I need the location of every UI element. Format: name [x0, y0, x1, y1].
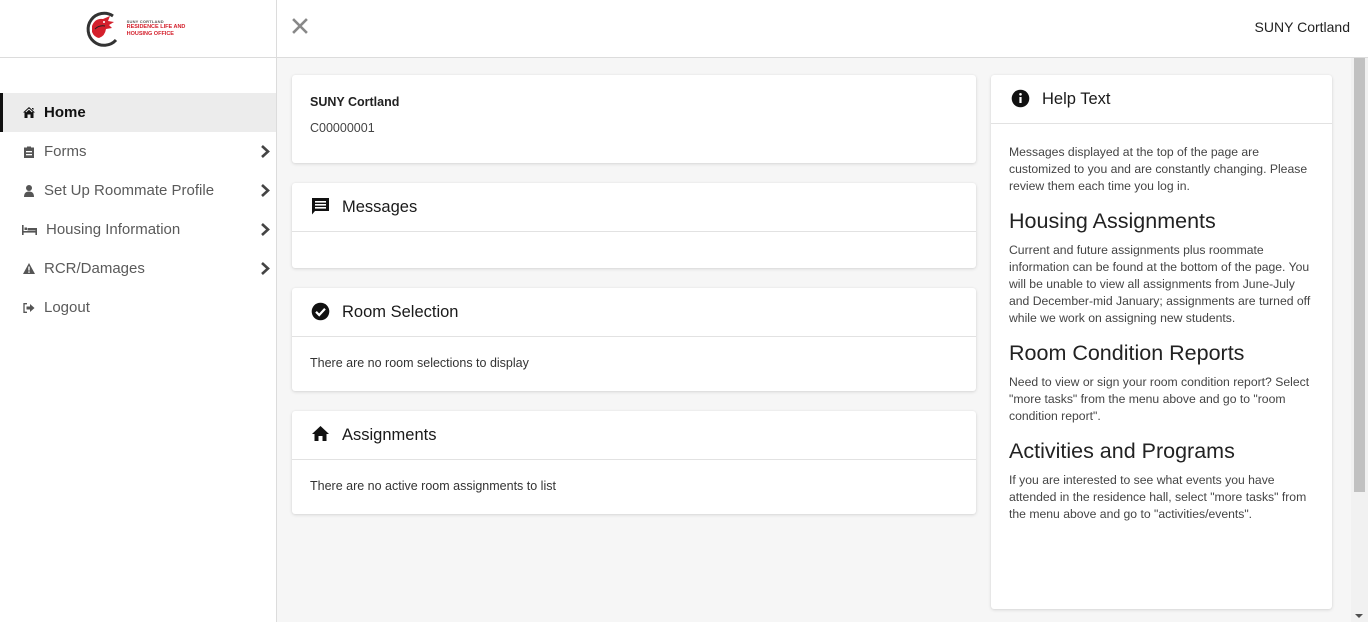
- profile-id: C00000001: [310, 121, 375, 135]
- sidebar-nav: Home Forms Set Up Roommate Profile Housi…: [0, 93, 276, 327]
- sidebar: SUNY CORTLAND RESIDENCE LIFE AND HOUSING…: [0, 0, 277, 622]
- close-icon[interactable]: [291, 17, 309, 35]
- sidebar-item-roommate-profile[interactable]: Set Up Roommate Profile: [0, 171, 276, 210]
- sidebar-item-logout[interactable]: Logout: [0, 288, 276, 327]
- bed-icon: [22, 223, 37, 236]
- assignments-body: There are no active room assignments to …: [310, 479, 556, 493]
- logo[interactable]: SUNY CORTLAND RESIDENCE LIFE AND HOUSING…: [83, 10, 185, 48]
- messages-title: Messages: [342, 197, 418, 216]
- sidebar-item-label: Logout: [44, 299, 90, 316]
- room-selection-card: Room Selection There are no room selecti…: [292, 288, 976, 391]
- help-text-body: Messages displayed at the top of the pag…: [991, 124, 1332, 523]
- home-icon: [22, 106, 35, 119]
- help-heading-room-condition-reports: Room Condition Reports: [1009, 341, 1245, 365]
- help-text-room-condition-reports: Need to view or sign your room condition…: [1009, 375, 1310, 423]
- room-selection-header: Room Selection: [292, 288, 976, 337]
- help-text-header: Help Text: [991, 75, 1332, 124]
- scrollbar-thumb[interactable]: [1354, 58, 1365, 492]
- help-text-activities-programs: If you are interested to see what events…: [1009, 473, 1307, 521]
- assignments-title: Assignments: [342, 425, 437, 444]
- vertical-scrollbar[interactable]: [1351, 58, 1368, 622]
- assignments-card: Assignments There are no active room ass…: [292, 411, 976, 514]
- sidebar-item-label: Forms: [44, 143, 87, 160]
- scroll-down-arrow-icon[interactable]: [1355, 614, 1363, 618]
- profile-card: SUNY Cortland C00000001: [292, 75, 976, 163]
- sidebar-item-housing-information[interactable]: Housing Information: [0, 210, 276, 249]
- institution-name: SUNY Cortland: [1254, 19, 1350, 35]
- assignments-header: Assignments: [292, 411, 976, 460]
- sign-out-icon: [22, 301, 35, 314]
- sidebar-item-forms[interactable]: Forms: [0, 132, 276, 171]
- sidebar-item-home[interactable]: Home: [0, 93, 276, 132]
- help-text-title: Help Text: [1042, 89, 1111, 108]
- sidebar-item-label: Home: [44, 104, 86, 121]
- info-icon: [1011, 89, 1031, 109]
- sidebar-item-label: Housing Information: [46, 221, 181, 238]
- top-bar: SUNY Cortland: [277, 0, 1368, 58]
- help-text-card: Help Text Messages displayed at the top …: [991, 75, 1332, 609]
- help-heading-activities-programs: Activities and Programs: [1009, 439, 1235, 463]
- check-circle-icon: [311, 302, 331, 322]
- room-selection-title: Room Selection: [342, 302, 459, 321]
- chevron-right-icon: [261, 223, 270, 236]
- user-icon: [22, 184, 35, 197]
- home-icon: [311, 425, 331, 445]
- help-heading-housing-assignments: Housing Assignments: [1009, 209, 1216, 233]
- chevron-right-icon: [261, 262, 270, 275]
- logo-line-3: HOUSING OFFICE: [126, 30, 174, 37]
- profile-name: SUNY Cortland: [310, 95, 400, 109]
- sidebar-item-label: RCR/Damages: [44, 260, 145, 277]
- sidebar-item-rcr-damages[interactable]: RCR/Damages: [0, 249, 276, 288]
- dragon-logo-icon: [86, 11, 117, 47]
- message-icon: [311, 197, 331, 217]
- logo-area: SUNY CORTLAND RESIDENCE LIFE AND HOUSING…: [0, 0, 276, 58]
- help-intro: Messages displayed at the top of the pag…: [1009, 145, 1308, 193]
- chevron-right-icon: [261, 184, 270, 197]
- help-text-housing-assignments: Current and future assignments plus room…: [1009, 243, 1311, 325]
- messages-header: Messages: [292, 183, 976, 232]
- chevron-right-icon: [261, 145, 270, 158]
- warning-icon: [22, 262, 35, 275]
- messages-body: [292, 232, 976, 270]
- clipboard-icon: [22, 145, 35, 158]
- room-selection-body: There are no room selections to display: [310, 356, 529, 370]
- sidebar-item-label: Set Up Roommate Profile: [44, 182, 215, 199]
- messages-card: Messages: [292, 183, 976, 268]
